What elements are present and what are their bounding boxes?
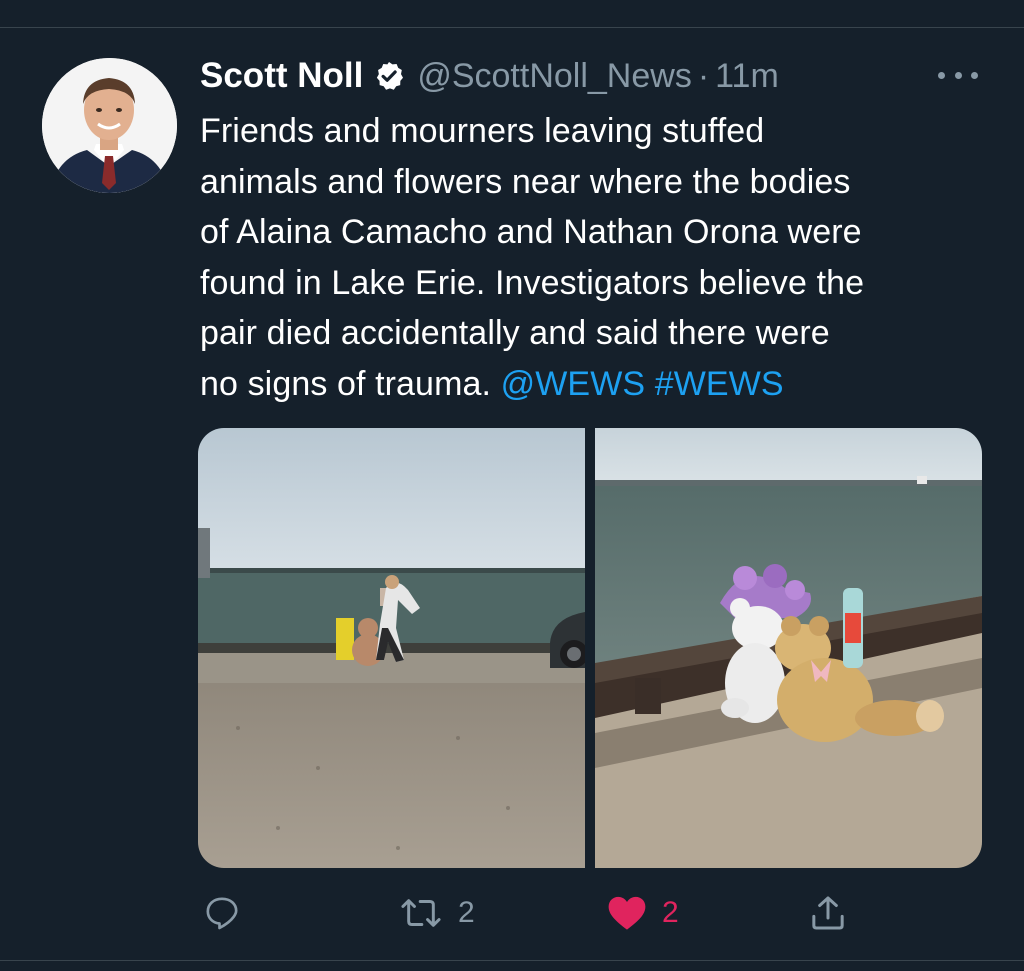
tweet-text-line: found in Lake Erie. Investigators believ… bbox=[200, 263, 865, 302]
tweet-actions: 2 2 bbox=[0, 888, 1024, 938]
more-dot-icon bbox=[954, 71, 962, 79]
media-grid bbox=[198, 428, 982, 868]
reply-button[interactable] bbox=[202, 888, 242, 938]
photo-pier-teddy-bear[interactable] bbox=[198, 428, 585, 868]
tweet-text-line: no signs of trauma. bbox=[200, 364, 492, 403]
reply-icon bbox=[206, 897, 238, 930]
tweet-text-line: Friends and mourners leaving stuffed bbox=[200, 112, 765, 150]
photo-memorial-teddy-bears[interactable] bbox=[595, 428, 982, 868]
tweet-text-last-line: no signs of trauma. @WEWS #WEWS bbox=[200, 359, 1000, 410]
mention-link[interactable]: @WEWS bbox=[501, 365, 646, 403]
share-button[interactable] bbox=[808, 888, 848, 938]
verified-badge-icon bbox=[373, 60, 405, 92]
top-divider bbox=[0, 27, 1024, 28]
share-icon bbox=[812, 896, 844, 930]
retweet-button[interactable]: 2 bbox=[398, 888, 475, 938]
photo-image bbox=[198, 428, 585, 868]
bottom-divider bbox=[0, 960, 1024, 961]
tweet-time[interactable]: 11m bbox=[715, 57, 779, 96]
more-dot-icon bbox=[971, 71, 978, 79]
more-options-button[interactable] bbox=[938, 62, 978, 88]
heart-icon bbox=[608, 896, 646, 930]
tweet-text-line: of Alaina Camacho and Nathan Orona were bbox=[200, 213, 862, 251]
hashtag-link[interactable]: #WEWS bbox=[655, 365, 784, 403]
tweet-header: Scott Noll @ScottNoll_News · 11m bbox=[200, 56, 779, 96]
photo-image bbox=[595, 428, 982, 868]
avatar-image bbox=[42, 58, 177, 193]
avatar[interactable] bbox=[42, 58, 177, 193]
like-button[interactable]: 2 bbox=[606, 888, 679, 938]
retweet-count: 2 bbox=[458, 896, 475, 929]
tweet-text-line: animals and flowers near where the bodie… bbox=[200, 162, 851, 201]
retweet-icon bbox=[401, 899, 441, 927]
more-dot-icon bbox=[938, 71, 945, 79]
author-handle[interactable]: @ScottNoll_News bbox=[417, 57, 692, 96]
author-name[interactable]: Scott Noll bbox=[200, 56, 363, 96]
tweet-text-line: pair died accidentally and said there we… bbox=[200, 314, 830, 352]
tweet-text: Friends and mourners leaving stuffed ani… bbox=[200, 106, 1000, 409]
like-count: 2 bbox=[662, 896, 679, 929]
header-separator: · bbox=[697, 56, 710, 95]
